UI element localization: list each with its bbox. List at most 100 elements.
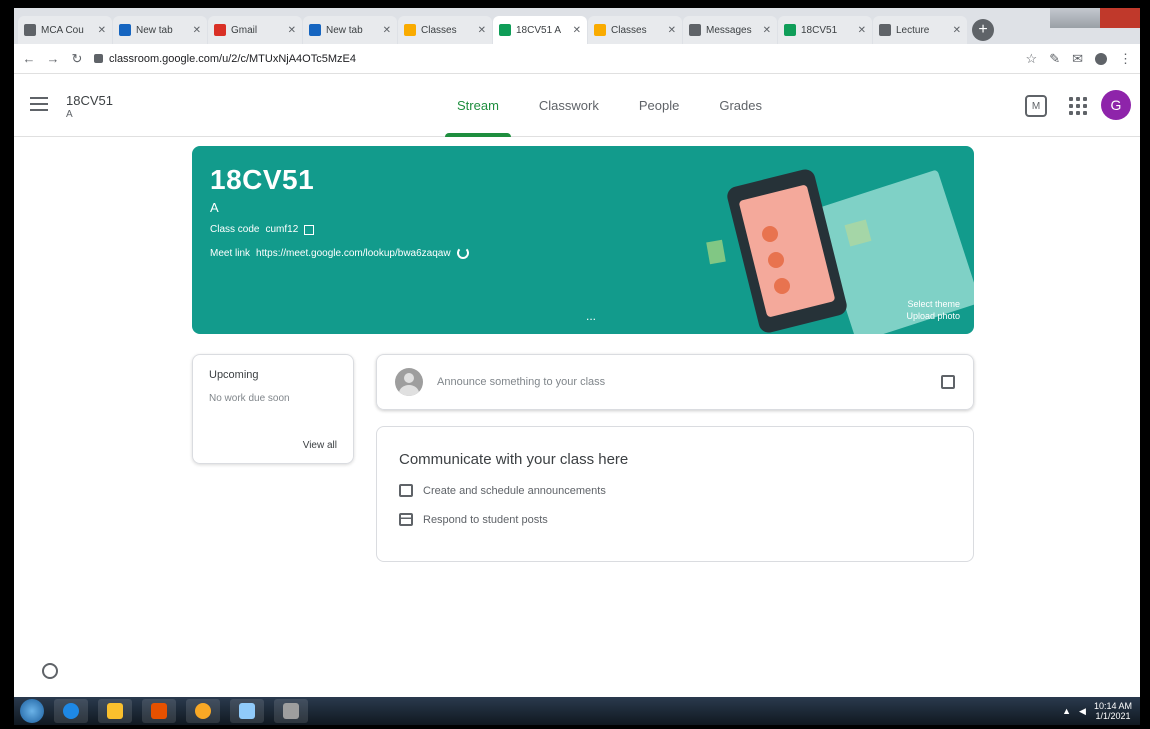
profile-icon[interactable]	[1095, 52, 1107, 65]
back-arrow-icon[interactable]: ←	[22, 51, 36, 66]
taskbar-folder-icon[interactable]	[98, 699, 132, 723]
communicate-item-label: Respond to student posts	[423, 513, 548, 526]
communicate-item-label: Create and schedule announcements	[423, 484, 606, 497]
tab-favicon-icon	[309, 24, 321, 36]
meet-link-row: Meet link https://meet.google.com/lookup…	[210, 247, 469, 259]
close-icon[interactable]: ✕	[98, 25, 106, 36]
extension-icon[interactable]: ✎	[1049, 51, 1060, 67]
class-code-row: Class code cumf12	[210, 224, 315, 235]
banner-class-title: 18CV51	[210, 164, 315, 195]
browser-tab[interactable]: Gmail ✕	[208, 16, 302, 44]
tab-favicon-icon	[784, 24, 796, 36]
post-icon	[399, 513, 413, 526]
close-icon[interactable]: ✕	[193, 25, 201, 36]
tab-favicon-icon	[24, 24, 36, 36]
class-nav-tabs: Stream Classwork People Grades	[437, 75, 782, 137]
close-icon[interactable]: ✕	[288, 25, 296, 36]
announcement-icon	[399, 484, 413, 497]
clock[interactable]: 10:14 AM 1/1/2021	[1094, 701, 1132, 721]
volume-icon[interactable]: ◀	[1079, 706, 1086, 717]
select-theme-link[interactable]: Select theme Upload photo	[906, 298, 960, 322]
browser-tab[interactable]: New tab ✕	[303, 16, 397, 44]
system-tray: ▲ ◀ 10:14 AM 1/1/2021	[1062, 701, 1132, 721]
forward-arrow-icon[interactable]: →	[46, 51, 60, 66]
close-icon[interactable]: ✕	[573, 25, 581, 36]
close-icon[interactable]: ✕	[668, 25, 676, 36]
tab-classwork[interactable]: Classwork	[519, 75, 619, 137]
announce-input[interactable]: Announce something to your class	[437, 376, 927, 388]
taskbar-ie-icon[interactable]	[54, 699, 88, 723]
class-code-label: Class code	[210, 224, 260, 235]
header-class-section: A	[66, 109, 73, 120]
window-close-button[interactable]	[1100, 8, 1140, 28]
taskbar-media-icon[interactable]	[142, 699, 176, 723]
avatar[interactable]: G	[1101, 90, 1131, 120]
taskbar-chrome-icon[interactable]	[186, 699, 220, 723]
close-icon[interactable]: ✕	[953, 25, 961, 36]
browser-window: MCA Cou ✕ New tab ✕ Gmail ✕ New tab ✕ Classe…	[14, 8, 1140, 725]
tab-favicon-icon	[404, 24, 416, 36]
communicate-heading: Communicate with your class here	[399, 451, 629, 468]
upload-photo-label[interactable]: Upload photo	[906, 310, 960, 322]
upcoming-card: Upcoming No work due soon View all	[192, 354, 354, 464]
network-icon[interactable]: ▲	[1062, 706, 1071, 716]
banner-more-icon[interactable]: ...	[586, 309, 596, 323]
fullscreen-icon[interactable]	[304, 224, 315, 235]
tab-stream[interactable]: Stream	[437, 75, 519, 137]
clock-time: 10:14 AM	[1093, 701, 1132, 711]
hamburger-menu-icon[interactable]	[30, 97, 48, 111]
tab-favicon-icon	[499, 24, 511, 36]
apps-grid-icon[interactable]	[1069, 97, 1087, 115]
reload-icon[interactable]: ↻	[70, 51, 84, 67]
view-all-link[interactable]: View all	[303, 440, 337, 451]
help-icon[interactable]	[42, 663, 58, 679]
start-button[interactable]	[20, 699, 44, 723]
lock-icon	[94, 54, 103, 63]
classroom-header: 18CV51 A Stream Classwork People Grades …	[14, 75, 1140, 137]
header-class-name[interactable]: 18CV51	[66, 93, 113, 108]
star-icon[interactable]: ☆	[1026, 51, 1038, 67]
browser-tab[interactable]: Messages ✕	[683, 16, 777, 44]
clock-date: 1/1/2021	[1095, 711, 1131, 721]
tab-favicon-icon	[214, 24, 226, 36]
upcoming-heading: Upcoming	[209, 369, 259, 381]
tab-grades[interactable]: Grades	[699, 75, 782, 137]
user-avatar	[395, 368, 423, 396]
browser-tab[interactable]: New tab ✕	[113, 16, 207, 44]
meet-link-label: Meet link	[210, 247, 251, 259]
taskbar-window-icon[interactable]	[230, 699, 264, 723]
close-icon[interactable]: ✕	[763, 25, 771, 36]
url-field[interactable]: classroom.google.com/u/2/c/MTUxNjA4OTc5M…	[94, 53, 1016, 65]
tab-people[interactable]: People	[619, 75, 699, 137]
browser-tab-active[interactable]: 18CV51 A ✕	[493, 16, 587, 44]
browser-tab[interactable]: Classes ✕	[398, 16, 492, 44]
url-text: classroom.google.com/u/2/c/MTUxNjA4OTc5M…	[109, 52, 356, 65]
close-icon[interactable]: ✕	[383, 25, 391, 36]
new-tab-button[interactable]: +	[972, 19, 994, 41]
select-theme-label[interactable]: Select theme	[906, 298, 960, 310]
close-icon[interactable]: ✕	[478, 25, 486, 36]
extension-icon[interactable]: ✉	[1072, 51, 1083, 67]
address-bar: ← → ↻ classroom.google.com/u/2/c/MTUxNjA…	[14, 44, 1140, 74]
browser-tab[interactable]: Lecture ✕	[873, 16, 967, 44]
more-vert-icon[interactable]: ⋮	[1119, 51, 1132, 67]
communicate-item: Create and schedule announcements	[399, 484, 951, 497]
class-code-value[interactable]: cumf12	[265, 224, 298, 235]
extension-icons: ☆ ✎ ✉ ⋮	[1026, 51, 1132, 67]
windows-taskbar: ▲ ◀ 10:14 AM 1/1/2021	[14, 697, 1140, 725]
browser-tab-strip: MCA Cou ✕ New tab ✕ Gmail ✕ New tab ✕ Classe…	[14, 8, 1140, 44]
browser-tab[interactable]: MCA Cou ✕	[18, 16, 112, 44]
taskbar-app-icon[interactable]	[274, 699, 308, 723]
meet-icon[interactable]: M	[1025, 95, 1047, 117]
meet-link-url[interactable]: https://meet.google.com/lookup/bwa6zaqaw	[256, 248, 451, 259]
announce-box[interactable]: Announce something to your class	[376, 354, 974, 410]
repost-icon[interactable]	[941, 375, 955, 389]
close-icon[interactable]: ✕	[858, 25, 866, 36]
communicate-card: Communicate with your class here Create …	[376, 426, 974, 562]
browser-tab[interactable]: Classes ✕	[588, 16, 682, 44]
refresh-icon[interactable]	[456, 247, 469, 259]
tab-favicon-icon	[119, 24, 131, 36]
tab-favicon-icon	[689, 24, 701, 36]
window-controls[interactable]	[1050, 8, 1140, 28]
browser-tab[interactable]: 18CV51 ✕	[778, 16, 872, 44]
